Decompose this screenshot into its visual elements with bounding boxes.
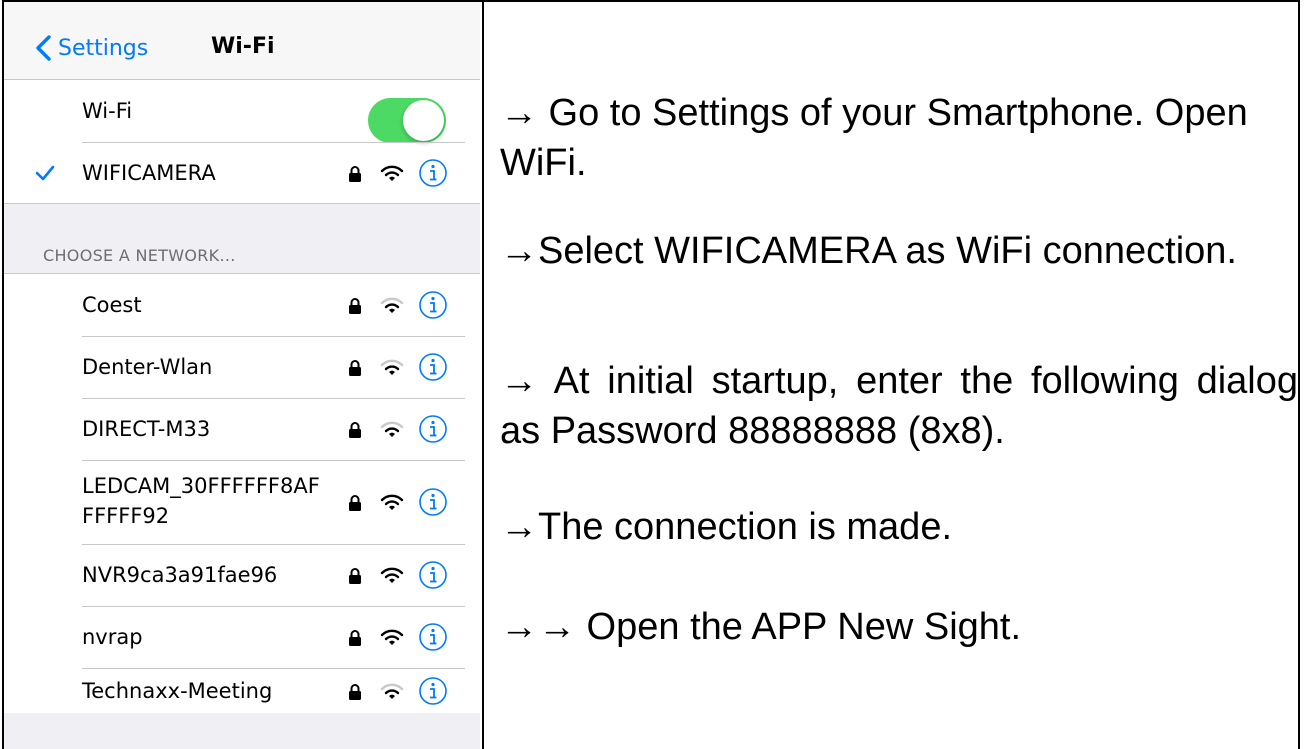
lock-icon — [349, 421, 361, 438]
page-title: Wi-Fi — [211, 34, 275, 59]
lock-icon — [349, 683, 361, 700]
lock-icon — [349, 359, 361, 376]
checkmark-icon — [35, 165, 55, 181]
network-name-line1: LEDCAM_30FFFFFF8AF — [82, 474, 320, 498]
connected-network-name: WIFICAMERA — [82, 161, 216, 185]
network-name: nvrap — [82, 625, 143, 649]
connected-network-row[interactable]: WIFICAMERA — [4, 142, 480, 204]
wifi-icon — [380, 359, 404, 375]
wifi-icon — [380, 683, 404, 699]
wifi-icon — [380, 165, 404, 181]
lock-icon — [349, 567, 361, 584]
info-icon[interactable] — [418, 622, 448, 652]
wifi-icon — [380, 494, 404, 510]
instruction-step-4: →The connection is made. — [500, 506, 953, 548]
network-row[interactable]: NVR9ca3a91fae96 — [4, 544, 480, 606]
network-status-icons — [348, 352, 448, 382]
wifi-toggle-row: Wi-Fi — [4, 80, 480, 143]
instruction-step-5: →→ Open the APP New Sight. — [500, 606, 1022, 648]
network-name: NVR9ca3a91fae96 — [82, 563, 278, 587]
phone-screenshot: Settings Wi-Fi Wi-Fi WIFICAMERA CHOOSE A… — [4, 2, 480, 749]
info-icon[interactable] — [418, 352, 448, 382]
network-row[interactable]: LEDCAM_30FFFFFF8AF FFFFF92 — [4, 460, 480, 544]
network-row[interactable]: DIRECT-M33 — [4, 398, 480, 460]
wifi-icon — [380, 629, 404, 645]
instruction-table: Settings Wi-Fi Wi-Fi WIFICAMERA CHOOSE A… — [2, 0, 1300, 749]
network-status-icons — [348, 290, 448, 320]
network-row[interactable]: nvrap — [4, 606, 480, 668]
info-icon[interactable] — [418, 676, 448, 706]
instruction-step-3: → At initial startup, enter the followin… — [500, 360, 1298, 452]
network-row[interactable]: Denter-Wlan — [4, 336, 480, 398]
network-row[interactable]: Coest — [4, 274, 480, 336]
lock-icon — [349, 165, 361, 182]
info-icon[interactable] — [418, 158, 448, 188]
network-name: DIRECT-M33 — [82, 417, 211, 441]
network-name: Technaxx-Meeting — [82, 679, 273, 703]
navigation-bar: Settings Wi-Fi — [4, 2, 480, 80]
network-status-icons — [348, 676, 448, 706]
info-icon[interactable] — [418, 560, 448, 590]
toggle-knob — [403, 100, 444, 141]
info-icon[interactable] — [418, 290, 448, 320]
wifi-toggle-label: Wi-Fi — [82, 99, 133, 123]
info-icon[interactable] — [418, 487, 448, 517]
network-name: Denter-Wlan — [82, 355, 213, 379]
column-divider — [482, 2, 484, 749]
instruction-step-2: →Select WIFICAMERA as WiFi connection. — [500, 230, 1237, 272]
available-networks-list: Coest Denter-Wlan DIRECT-M33 LEDCAM_30FF… — [4, 273, 480, 713]
lock-icon — [349, 629, 361, 646]
section-header: CHOOSE A NETWORK... — [43, 246, 236, 265]
back-button-label: Settings — [58, 35, 149, 61]
network-status-icons — [348, 560, 448, 590]
wifi-icon — [380, 567, 404, 583]
network-row[interactable]: Technaxx-Meeting — [4, 668, 480, 714]
lock-icon — [349, 297, 361, 314]
network-status-icons — [348, 622, 448, 652]
network-name: Coest — [82, 293, 142, 317]
wifi-settings-group: Wi-Fi WIFICAMERA — [4, 80, 480, 204]
wifi-toggle[interactable] — [368, 98, 446, 143]
wifi-icon — [380, 297, 404, 313]
info-icon[interactable] — [418, 414, 448, 444]
network-status-icons — [348, 158, 448, 188]
lock-icon — [349, 494, 361, 511]
network-status-icons — [348, 487, 448, 517]
back-button[interactable]: Settings — [32, 34, 148, 62]
network-status-icons — [348, 414, 448, 444]
wifi-icon — [380, 421, 404, 437]
chevron-left-icon — [36, 35, 51, 61]
network-name-line2: FFFFF92 — [82, 504, 170, 528]
instruction-step-1: → Go to Settings of your Smartphone. Ope… — [500, 92, 1248, 184]
